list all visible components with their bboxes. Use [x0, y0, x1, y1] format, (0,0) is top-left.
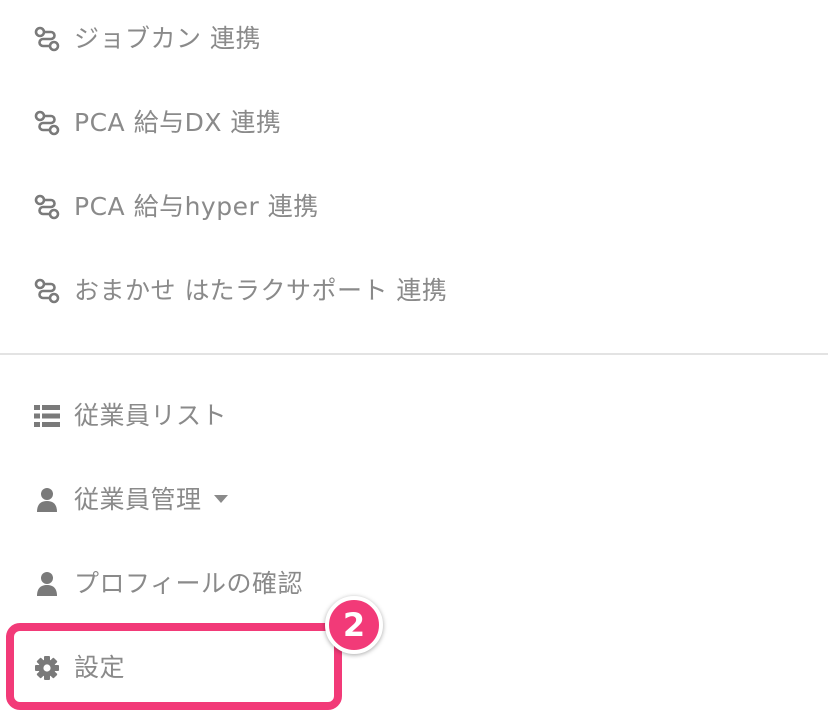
integration-icon [33, 109, 61, 137]
menu-item-profile-check[interactable]: プロフィールの確認 [0, 554, 828, 614]
menu-item-label: プロフィールの確認 [74, 569, 304, 598]
menu-item-label: PCA 給与hyper 連携 [74, 192, 319, 221]
menu-item-label: 従業員管理 [74, 485, 228, 515]
gear-icon [33, 654, 61, 682]
step-number-badge: 2 [325, 596, 383, 654]
caret-down-icon[interactable] [213, 495, 228, 503]
integration-icon [33, 25, 61, 53]
sidebar-menu: ジョブカン 連携 PCA 給与DX 連携 PCA 給与hyper 連携 おまかせ… [0, 0, 828, 728]
user-icon [33, 486, 61, 514]
menu-item-omakase-integration[interactable]: おまかせ はたラクサポート 連携 [0, 261, 828, 321]
menu-divider [0, 353, 828, 355]
menu-item-label: 設定 [74, 653, 126, 682]
integration-icon [33, 193, 61, 221]
menu-item-label: 従業員リスト [74, 401, 228, 430]
menu-item-jobcan-integration[interactable]: ジョブカン 連携 [0, 9, 828, 69]
menu-item-label: おまかせ はたラクサポート 連携 [74, 276, 448, 305]
user-icon [33, 570, 61, 598]
integration-icon [33, 277, 61, 305]
menu-item-settings[interactable]: 設定 [0, 638, 828, 698]
menu-item-employee-list[interactable]: 従業員リスト [0, 386, 828, 446]
menu-item-pca-dx-integration[interactable]: PCA 給与DX 連携 [0, 93, 828, 153]
menu-item-employee-management[interactable]: 従業員管理 [0, 470, 828, 530]
list-icon [33, 402, 61, 430]
menu-item-label: PCA 給与DX 連携 [74, 108, 282, 137]
menu-item-label: ジョブカン 連携 [74, 24, 261, 53]
menu-item-pca-hyper-integration[interactable]: PCA 給与hyper 連携 [0, 177, 828, 237]
employee-management-label: 従業員管理 [74, 485, 202, 514]
